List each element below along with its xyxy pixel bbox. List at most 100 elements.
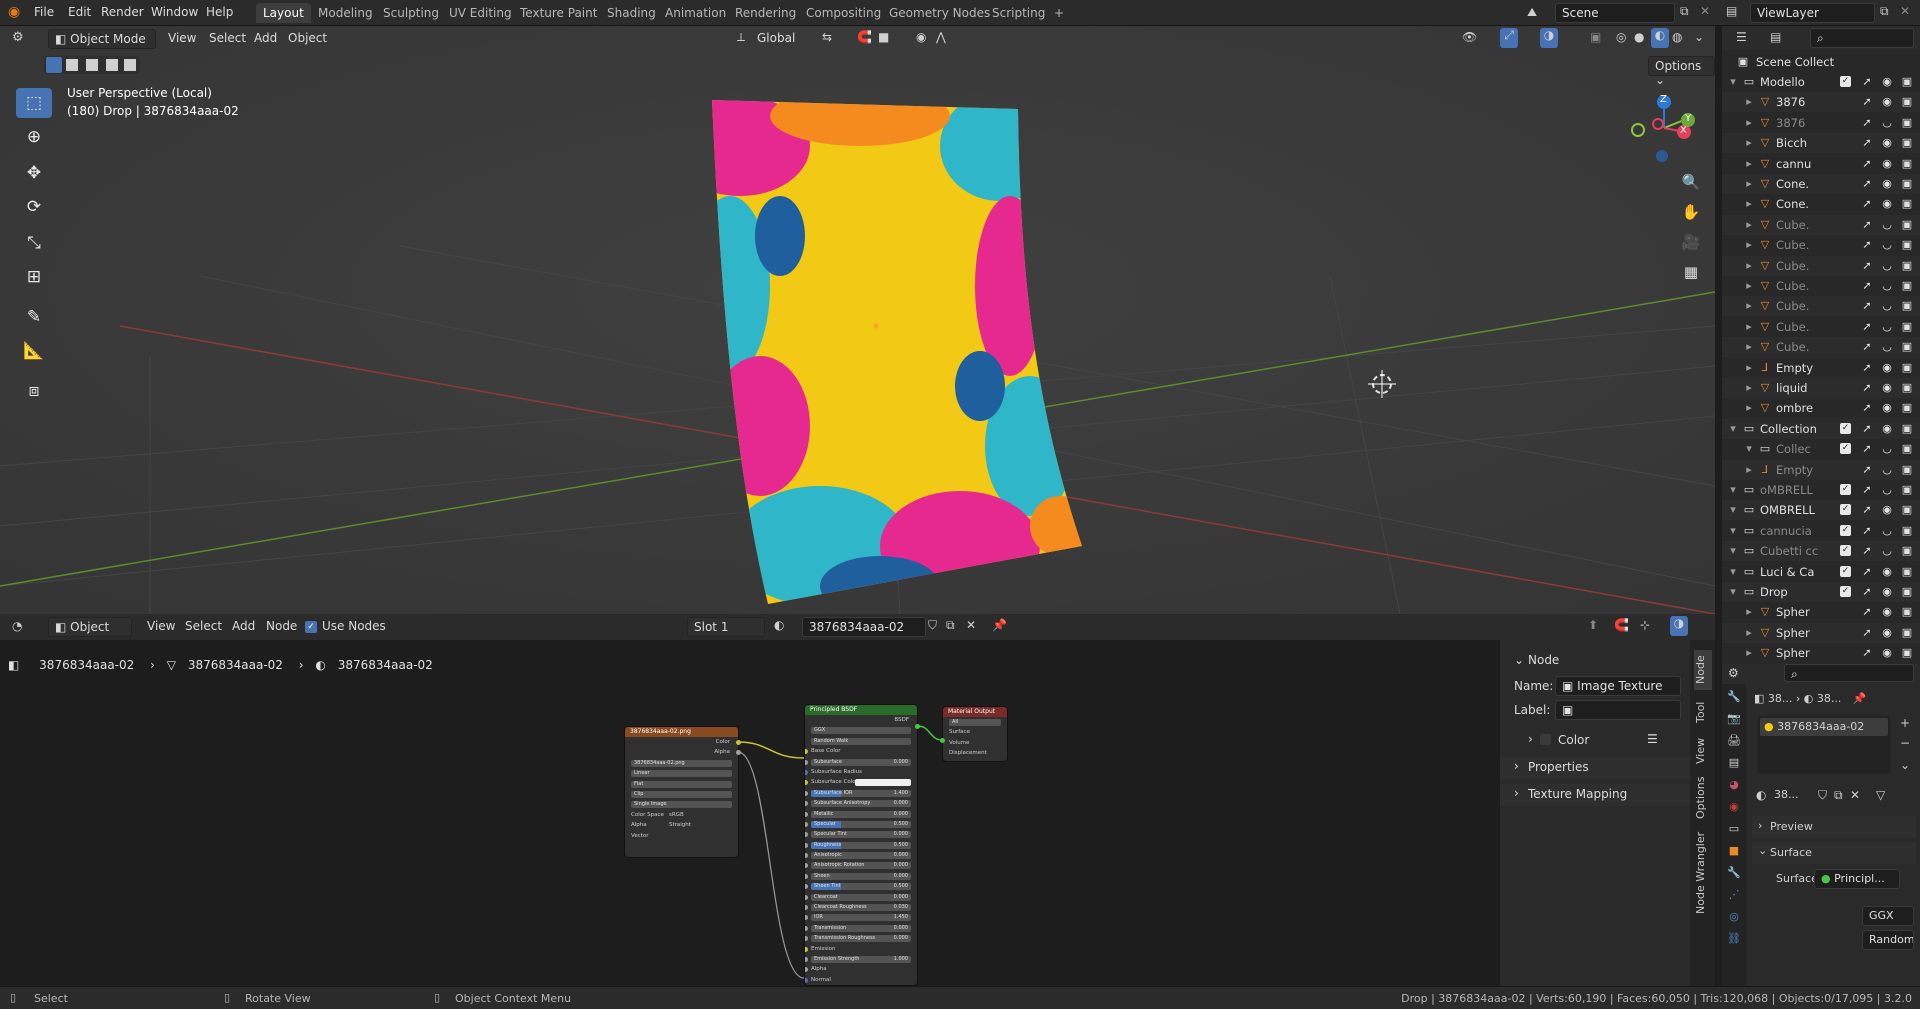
outliner-item[interactable]: ▸ ▽ Spher ➚ ◉ ▣ bbox=[1722, 602, 1920, 622]
material-browse-icon[interactable]: ◐ bbox=[774, 618, 784, 632]
selectable-icon[interactable]: ➚ bbox=[1860, 157, 1874, 171]
bsdf-input-row[interactable]: Subsurface 0.000 bbox=[805, 757, 917, 767]
select-intersect-icon[interactable] bbox=[124, 59, 136, 71]
render-camera-icon[interactable]: ▣ bbox=[1900, 116, 1914, 130]
display-mode-icon[interactable]: ▤ bbox=[1770, 30, 1781, 44]
outliner-item[interactable]: ▾ ▭ cannucia ✓ ➚ ◡ ▣ bbox=[1722, 521, 1920, 541]
eye-icon[interactable]: ◉ bbox=[1880, 626, 1894, 640]
render-camera-icon[interactable]: ▣ bbox=[1900, 340, 1914, 354]
new-view-layer-icon[interactable]: ⧉ bbox=[1880, 4, 1889, 19]
render-camera-icon[interactable]: ▣ bbox=[1900, 361, 1914, 375]
chevron-right-icon[interactable]: ▸ bbox=[1742, 218, 1756, 232]
shading-rendered-icon[interactable]: ◍ bbox=[1672, 30, 1682, 44]
chevron-right-icon[interactable]: ▸ bbox=[1742, 136, 1756, 150]
socket-bsdf-out[interactable] bbox=[915, 724, 920, 729]
camera-view-button[interactable]: 🎥 bbox=[1677, 228, 1705, 256]
chevron-right-icon[interactable]: ▸ bbox=[1742, 116, 1756, 130]
tab-node[interactable]: Node bbox=[1694, 650, 1712, 690]
remove-view-layer-icon[interactable]: ✕ bbox=[1900, 4, 1910, 18]
color-space-select[interactable]: Color Space sRGB bbox=[625, 810, 738, 820]
selectable-icon[interactable]: ➚ bbox=[1860, 75, 1874, 89]
blender-logo-icon[interactable]: ◉ bbox=[8, 4, 20, 20]
selectable-icon[interactable]: ➚ bbox=[1860, 381, 1874, 395]
render-camera-icon[interactable]: ▣ bbox=[1900, 218, 1914, 232]
outliner-item[interactable]: ▸ ▽ Cube. ➚ ◡ ▣ bbox=[1722, 337, 1920, 358]
distribution-dropdown[interactable]: GGX bbox=[1862, 906, 1914, 926]
render-camera-icon[interactable]: ▣ bbox=[1900, 524, 1914, 538]
chevron-right-icon[interactable]: ▸ bbox=[1742, 646, 1756, 660]
distribution-select[interactable]: GGX bbox=[805, 725, 917, 735]
transform-orientation-icon[interactable]: ⟂ bbox=[737, 30, 745, 45]
xray-icon[interactable]: ▣ bbox=[1590, 30, 1601, 44]
material-slot-list[interactable]: ● 3876834aaa-02 bbox=[1758, 716, 1890, 774]
properties-type-icon[interactable]: ⚙ bbox=[1728, 666, 1739, 680]
menu-edit[interactable]: Edit bbox=[68, 5, 91, 19]
node-menu-view[interactable]: View bbox=[147, 619, 175, 633]
eye-closed-icon[interactable]: ◡ bbox=[1880, 320, 1894, 334]
mesh-link-icon[interactable]: ▽ bbox=[1876, 788, 1885, 802]
eye-icon[interactable]: ◉ bbox=[1880, 422, 1894, 436]
collection-tab-icon[interactable]: ▭ bbox=[1725, 820, 1743, 838]
exclude-checkbox[interactable]: ✓ bbox=[1840, 504, 1851, 516]
shading-material-icon[interactable]: ◐ bbox=[1651, 28, 1669, 48]
eye-closed-icon[interactable]: ◡ bbox=[1880, 483, 1894, 497]
render-camera-icon[interactable]: ▣ bbox=[1900, 626, 1914, 640]
selectable-icon[interactable]: ➚ bbox=[1860, 116, 1874, 130]
eye-icon[interactable]: ◉ bbox=[1880, 381, 1894, 395]
menu-window[interactable]: Window bbox=[151, 5, 198, 19]
bsdf-input-row[interactable]: Subsurface Color bbox=[805, 777, 917, 787]
bsdf-input-socket[interactable] bbox=[805, 905, 808, 911]
chevron-right-icon[interactable]: ▸ bbox=[1742, 259, 1756, 273]
bsdf-input-socket[interactable] bbox=[805, 863, 808, 869]
proportional-edit-icon[interactable]: ◉ bbox=[916, 30, 926, 44]
chevron-right-icon[interactable]: ▸ bbox=[1742, 361, 1756, 375]
outliner[interactable]: ☰ ▤ ⌕ ▣ Scene Collect ▾ ▭ Modello ✓ ➚ ◉ ▣ ▸ ▽ 387… bbox=[1722, 26, 1920, 664]
bsdf-input-socket[interactable] bbox=[805, 956, 808, 962]
chevron-right-icon[interactable]: ▸ bbox=[1742, 381, 1756, 395]
exclude-checkbox[interactable]: ✓ bbox=[1840, 545, 1851, 557]
bsdf-input-row[interactable]: Sheen Tint 0.500 bbox=[805, 881, 917, 891]
eye-closed-icon[interactable]: ◡ bbox=[1880, 116, 1894, 130]
chevron-right-icon[interactable]: ▸ bbox=[1742, 320, 1756, 334]
bsdf-input-row[interactable]: Clearcoat Roughness 0.030 bbox=[805, 902, 917, 912]
bsdf-input-row[interactable]: Metallic 0.000 bbox=[805, 809, 917, 819]
bsdf-input-row[interactable]: Subsurface IOR 1.400 bbox=[805, 788, 917, 798]
eye-icon[interactable]: ◉ bbox=[1880, 585, 1894, 599]
render-camera-icon[interactable]: ▣ bbox=[1900, 279, 1914, 293]
bsdf-input-row[interactable]: Clearcoat 0.000 bbox=[805, 892, 917, 902]
selectable-icon[interactable]: ➚ bbox=[1860, 95, 1874, 109]
menu-file[interactable]: File bbox=[34, 5, 54, 19]
properties-editor[interactable]: ⚙ ⌕ 🔧 📷 🖨 ▤ ◕ ◉ ▭ ■ 🔧 ⋰ ◎ ⛓ ◧ 38... › ◐ … bbox=[1722, 664, 1920, 986]
outliner-item[interactable]: ▸ ▽ liquid ➚ ◉ ▣ bbox=[1722, 378, 1920, 398]
outliner-item[interactable]: ▾ ▭ Cubetti cc ✓ ➚ ◡ ▣ bbox=[1722, 541, 1920, 562]
outliner-item[interactable]: ▸ ▽ Cube. ➚ ◡ ▣ bbox=[1722, 276, 1920, 296]
render-camera-icon[interactable]: ▣ bbox=[1900, 483, 1914, 497]
tab-texture-paint[interactable]: Texture Paint bbox=[513, 3, 604, 23]
bsdf-input-row[interactable]: IOR 1.450 bbox=[805, 912, 917, 922]
3d-viewport[interactable]: Z X Y ⚙ ◧ Object Mode View Select Add Ob… bbox=[0, 26, 1715, 614]
socket-surface-in[interactable] bbox=[940, 738, 945, 743]
particles-tab-icon[interactable]: ⋰ bbox=[1725, 886, 1743, 904]
viewport-menu-view[interactable]: View bbox=[168, 31, 196, 45]
chevron-right-icon[interactable]: ▸ bbox=[1742, 177, 1756, 191]
viewport-menu-select[interactable]: Select bbox=[209, 31, 246, 45]
object-tab-icon[interactable]: ■ bbox=[1725, 842, 1743, 860]
selectable-icon[interactable]: ➚ bbox=[1860, 361, 1874, 375]
tab-tool[interactable]: Tool bbox=[1694, 696, 1712, 728]
pin-icon[interactable]: 📌 bbox=[992, 618, 1007, 632]
render-camera-icon[interactable]: ▣ bbox=[1900, 259, 1914, 273]
outliner-item[interactable]: ▸ ▽ ombre ➚ ◉ ▣ bbox=[1722, 398, 1920, 418]
render-camera-icon[interactable]: ▣ bbox=[1900, 503, 1914, 517]
pivot-icon[interactable]: ⇆ bbox=[822, 30, 832, 44]
world-tab-icon[interactable]: ◉ bbox=[1725, 798, 1743, 816]
surface-shader-field[interactable]: ● Principl... bbox=[1814, 869, 1900, 889]
transform-orientation[interactable]: Global bbox=[757, 31, 795, 45]
render-camera-icon[interactable]: ▣ bbox=[1900, 75, 1914, 89]
render-camera-icon[interactable]: ▣ bbox=[1900, 442, 1914, 456]
outliner-item[interactable]: ▸ ⅃ Empty ➚ ◉ ▣ bbox=[1722, 358, 1920, 378]
outliner-item[interactable]: ▸ ▽ Spher ➚ ◉ ▣ bbox=[1722, 622, 1920, 643]
add-workspace-button[interactable]: + bbox=[1047, 3, 1071, 23]
material-output-node[interactable]: Material Output All Surface Volume Displ… bbox=[942, 706, 1008, 762]
outliner-item[interactable]: ▾ ▭ Drop ✓ ➚ ◉ ▣ bbox=[1722, 582, 1920, 602]
chevron-right-icon[interactable]: ▸ bbox=[1742, 299, 1756, 313]
